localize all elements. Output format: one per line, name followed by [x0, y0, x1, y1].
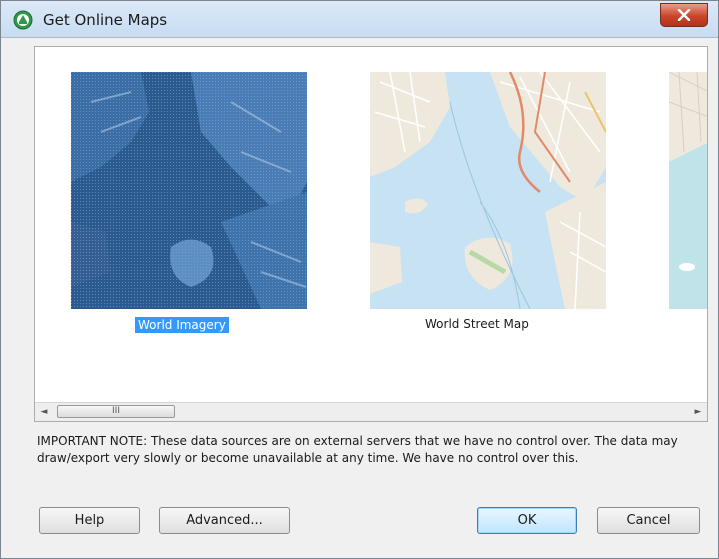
- close-button[interactable]: [660, 3, 708, 27]
- app-logo-icon: [13, 10, 33, 30]
- help-button[interactable]: Help: [39, 507, 140, 534]
- cancel-button[interactable]: Cancel: [597, 507, 700, 534]
- map-thumbnail-partial[interactable]: [669, 72, 707, 309]
- ok-button[interactable]: OK: [477, 507, 577, 534]
- important-note: IMPORTANT NOTE: These data sources are o…: [37, 434, 678, 465]
- get-online-maps-dialog: Get Online Maps World Imagery World Stre…: [0, 0, 719, 559]
- map-label-world-street-map[interactable]: World Street Map: [425, 317, 529, 331]
- horizontal-scrollbar[interactable]: ◄ III ►: [35, 402, 707, 421]
- map-label-world-imagery[interactable]: World Imagery: [135, 317, 229, 333]
- window-title: Get Online Maps: [43, 11, 168, 29]
- advanced-button[interactable]: Advanced...: [159, 507, 290, 534]
- close-icon: [677, 9, 691, 21]
- scroll-left-arrow-icon[interactable]: ◄: [35, 403, 53, 421]
- map-gallery: World Imagery World Street Map ◄ III ►: [34, 46, 708, 422]
- scroll-right-arrow-icon[interactable]: ►: [689, 403, 707, 421]
- map-thumbnail-world-imagery[interactable]: [71, 72, 307, 309]
- scrollbar-thumb[interactable]: III: [57, 405, 175, 418]
- scrollbar-grip: III: [112, 406, 120, 416]
- map-thumbnail-world-street-map[interactable]: [370, 72, 606, 309]
- title-bar: Get Online Maps: [1, 1, 718, 38]
